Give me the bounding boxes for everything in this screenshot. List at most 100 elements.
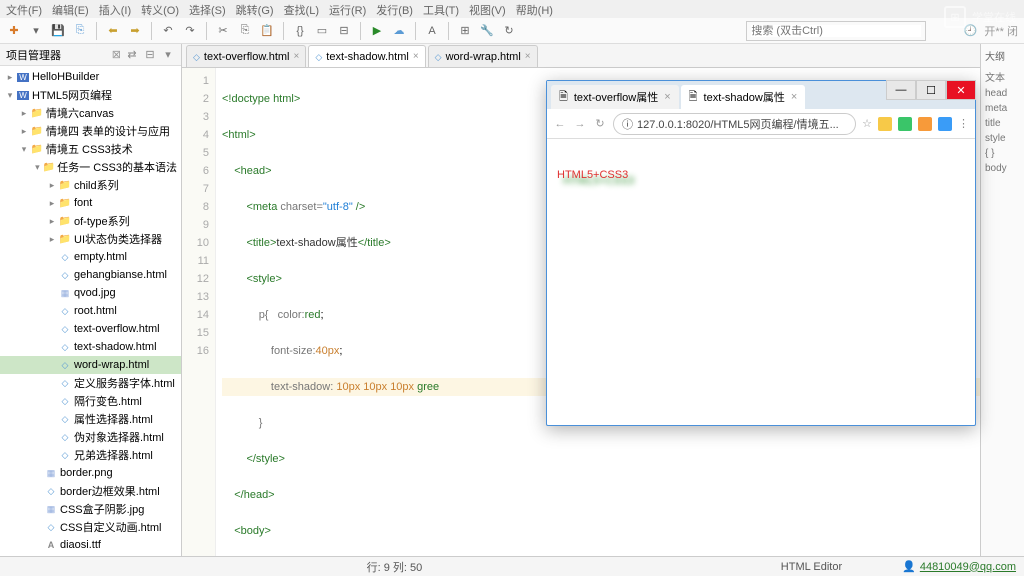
tree-item[interactable]: ▾情境五 CSS3技术 [0, 140, 181, 158]
copy-icon[interactable]: ⎘ [237, 23, 253, 39]
tree-item[interactable]: qvod.jpg [0, 284, 181, 302]
tree-item[interactable]: 隔行变色.html [0, 392, 181, 410]
dash-icon[interactable]: ⊟ [336, 23, 352, 39]
menu-icon[interactable]: ▾ [161, 48, 175, 62]
reload-icon[interactable]: ↻ [593, 117, 607, 130]
close-button[interactable]: ✕ [946, 80, 976, 100]
undo-icon[interactable]: ↶ [160, 23, 176, 39]
minimize-button[interactable]: — [886, 80, 916, 100]
outline-list[interactable]: 文本headmetatitlestyle{ }body [981, 67, 1024, 176]
outline-item[interactable]: { } [981, 146, 1024, 161]
tree-item[interactable]: word-wrap.html [0, 356, 181, 374]
browser-tab[interactable]: 🗎text-overflow属性× [551, 85, 679, 109]
tree-item[interactable]: 属性选择器.html [0, 410, 181, 428]
menu-item[interactable]: 发行(B) [376, 2, 413, 16]
dropdown-icon[interactable]: ▾ [28, 23, 44, 39]
menu-item[interactable]: 运行(R) [329, 2, 366, 16]
tree-item[interactable]: 定义服务器字体.html [0, 374, 181, 392]
grid-icon[interactable]: ⊞ [457, 23, 473, 39]
close-icon[interactable]: × [294, 51, 300, 62]
browser-tab[interactable]: 🗎text-shadow属性× [681, 85, 806, 109]
browser-window[interactable]: — ☐ ✕ 🗎text-overflow属性×🗎text-shadow属性× ←… [546, 80, 976, 426]
tree-item[interactable]: 兄弟选择器.html [0, 446, 181, 464]
search-box[interactable] [746, 21, 926, 41]
tree-item[interactable]: ▸UI状态伪类选择器 [0, 230, 181, 248]
nav-forward-icon[interactable]: → [573, 118, 587, 130]
paste-icon[interactable]: 📋 [259, 23, 275, 39]
menu-dots-icon[interactable]: ⋮ [958, 117, 969, 130]
menubar[interactable]: 文件(F) 编辑(E) 插入(I) 转义(O) 选择(S) 跳转(G) 查找(L) 运行(R)… [0, 0, 1024, 18]
menu-item[interactable]: 编辑(E) [52, 2, 89, 16]
tree-item[interactable]: border.png [0, 464, 181, 482]
tree-item[interactable]: CSS盒子阴影.jpg [0, 500, 181, 518]
tree-item[interactable]: diaosi.ttf [0, 536, 181, 554]
ext-icon[interactable] [878, 117, 892, 131]
ext-icon[interactable] [938, 117, 952, 131]
rect-icon[interactable]: ▭ [314, 23, 330, 39]
tree-item[interactable]: ▾任务一 CSS3的基本语法 [0, 158, 181, 176]
cloud-icon[interactable]: ☁ [391, 23, 407, 39]
wrench-icon[interactable]: 🔧 [479, 23, 495, 39]
tree-item[interactable]: text-overflow.html [0, 320, 181, 338]
tree-item[interactable]: text-shadow.html [0, 338, 181, 356]
tree-item[interactable]: root.html [0, 302, 181, 320]
tree-item[interactable]: ▸情境四 表单的设计与应用 [0, 122, 181, 140]
menu-item[interactable]: 跳转(G) [236, 2, 274, 16]
tree-item[interactable]: ▾HTML5网页编程 [0, 86, 181, 104]
save-icon[interactable]: 💾 [50, 23, 66, 39]
cut-icon[interactable]: ✂ [215, 23, 231, 39]
maximize-button[interactable]: ☐ [916, 80, 946, 100]
brackets-icon[interactable]: {} [292, 23, 308, 39]
tree-item[interactable]: CSS自定义动画.html [0, 518, 181, 536]
link-icon[interactable]: ⇄ [125, 48, 139, 62]
outline-item[interactable]: title [981, 116, 1024, 131]
editor-tab[interactable]: text-overflow.html× [186, 45, 306, 67]
project-tree[interactable]: ▸HelloHBuilder▾HTML5网页编程▸情境六canvas▸情境四 表… [0, 66, 181, 556]
forward-icon[interactable]: ➡ [127, 23, 143, 39]
tree-item[interactable]: 伪对象选择器.html [0, 428, 181, 446]
menu-item[interactable]: 选择(S) [189, 2, 226, 16]
time-icon[interactable]: 🕘 [962, 23, 978, 39]
editor-tabs[interactable]: text-overflow.html×text-shadow.html×word… [182, 44, 980, 68]
editor-tab[interactable]: text-shadow.html× [308, 45, 425, 67]
menu-item[interactable]: 转义(O) [141, 2, 179, 16]
new-icon[interactable]: ✚ [6, 23, 22, 39]
outline-item[interactable]: style [981, 131, 1024, 146]
menu-item[interactable]: 文件(F) [6, 2, 42, 16]
close-icon[interactable]: × [413, 51, 419, 62]
text-size-icon[interactable]: A [424, 23, 440, 39]
refresh-icon[interactable]: ↻ [501, 23, 517, 39]
close-icon[interactable]: × [664, 91, 670, 103]
tree-item[interactable]: ▸child系列 [0, 176, 181, 194]
ext-icon[interactable] [898, 117, 912, 131]
close-icon[interactable]: × [791, 91, 797, 103]
editor-tab[interactable]: word-wrap.html× [428, 45, 538, 67]
user-link[interactable]: 44810049@qq.com [920, 561, 1016, 573]
url-field[interactable]: ⓘ 127.0.0.1:8020/HTML5网页编程/情境五... [613, 113, 856, 135]
menu-item[interactable]: 帮助(H) [516, 2, 553, 16]
tree-item[interactable]: empty.html [0, 248, 181, 266]
outline-item[interactable]: 文本 [981, 67, 1024, 86]
ext-icon[interactable] [918, 117, 932, 131]
outline-item[interactable]: head [981, 86, 1024, 101]
collapse-icon[interactable]: ⊟ [143, 48, 157, 62]
tree-item[interactable]: gehangbianse.html [0, 266, 181, 284]
save-all-icon[interactable]: ⎘ [72, 23, 88, 39]
nav-back-icon[interactable]: ← [553, 118, 567, 130]
back-icon[interactable]: ⬅ [105, 23, 121, 39]
menu-item[interactable]: 工具(T) [423, 2, 459, 16]
outline-item[interactable]: body [981, 161, 1024, 176]
menu-item[interactable]: 插入(I) [99, 2, 131, 16]
tree-item[interactable]: border边框效果.html [0, 482, 181, 500]
close-icon[interactable]: × [525, 51, 531, 62]
menu-item[interactable]: 查找(L) [284, 2, 319, 16]
run-icon[interactable]: ▶ [369, 23, 385, 39]
tree-item[interactable]: ▸font [0, 194, 181, 212]
redo-icon[interactable]: ↷ [182, 23, 198, 39]
tree-item[interactable]: ▸of-type系列 [0, 212, 181, 230]
search-input[interactable] [751, 25, 921, 37]
tree-item[interactable]: ▸HelloHBuilder [0, 68, 181, 86]
tree-item[interactable]: ▸情境六canvas [0, 104, 181, 122]
star-icon[interactable]: ☆ [862, 117, 872, 130]
outline-item[interactable]: meta [981, 101, 1024, 116]
